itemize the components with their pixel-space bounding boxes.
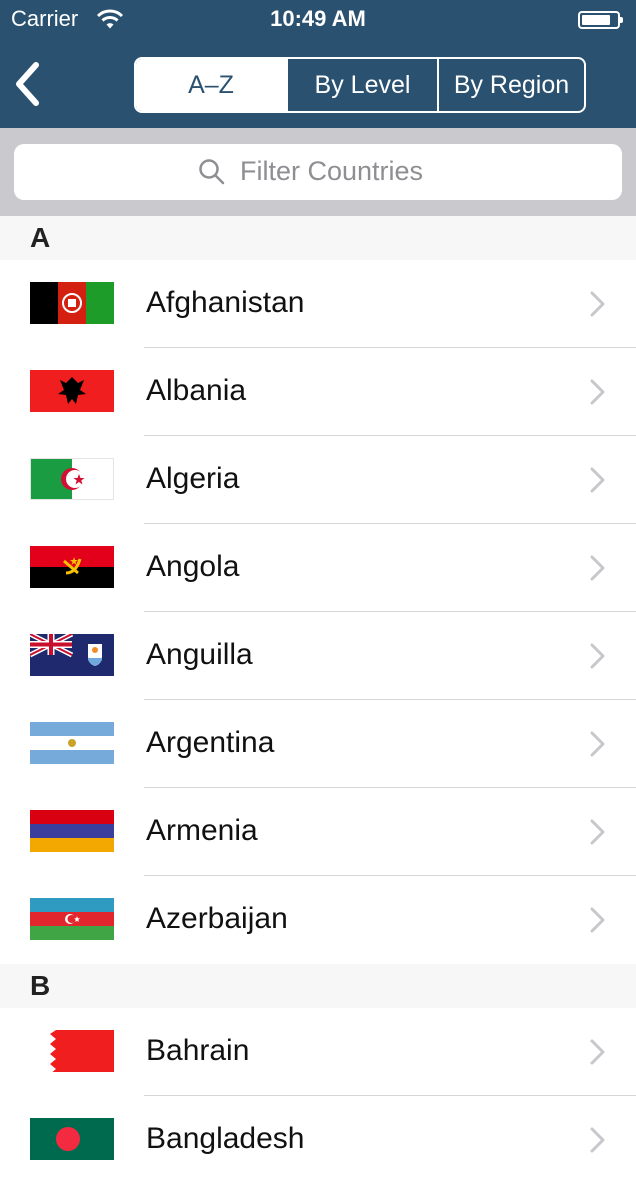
back-button[interactable] xyxy=(10,60,46,108)
magnifier-icon xyxy=(198,158,226,191)
azerbaijan-flag-icon xyxy=(30,898,114,940)
sort-segmented-control[interactable]: A–Z By Level By Region xyxy=(134,57,586,113)
country-name: Azerbaijan xyxy=(146,902,288,935)
bangladesh-flag-icon xyxy=(30,1118,114,1160)
country-row-argentina[interactable]: Argentina xyxy=(0,700,636,788)
search-bar-container: Filter Countries xyxy=(0,128,636,216)
chevron-right-icon xyxy=(588,1038,608,1071)
country-name: Algeria xyxy=(146,462,240,495)
country-name: Angola xyxy=(146,550,240,583)
country-row-armenia[interactable]: Armenia xyxy=(0,788,636,876)
clock: 10:49 AM xyxy=(270,6,366,31)
section-letter: B xyxy=(30,970,51,1001)
segment-a-z[interactable]: A–Z xyxy=(136,59,286,111)
albania-flag-icon xyxy=(30,370,114,412)
country-row-afghanistan[interactable]: Afghanistan xyxy=(0,260,636,348)
country-name: Anguilla xyxy=(146,638,253,671)
filter-countries-input[interactable]: Filter Countries xyxy=(14,144,622,200)
segment-by-region[interactable]: By Region xyxy=(437,59,584,111)
country-row-algeria[interactable]: Algeria xyxy=(0,436,636,524)
country-row-azerbaijan[interactable]: Azerbaijan xyxy=(0,876,636,964)
angola-flag-icon xyxy=(30,546,114,588)
search-placeholder: Filter Countries xyxy=(240,156,424,186)
afghanistan-flag-icon xyxy=(30,282,114,324)
anguilla-flag-icon xyxy=(30,634,114,676)
armenia-flag-icon xyxy=(30,810,114,852)
section-letter: A xyxy=(30,222,51,253)
navigation-bar: Carrier 10:49 AM A–Z By Level By Region xyxy=(0,0,636,128)
country-name: Argentina xyxy=(146,726,275,759)
chevron-left-icon xyxy=(16,62,39,106)
algeria-flag-icon xyxy=(30,458,114,500)
country-name: Albania xyxy=(146,374,247,407)
segment-by-level[interactable]: By Level xyxy=(286,59,437,111)
section-header-a: A xyxy=(0,216,636,260)
battery-icon xyxy=(578,11,623,29)
country-row-albania[interactable]: Albania xyxy=(0,348,636,436)
country-row-bangladesh[interactable]: Bangladesh xyxy=(0,1096,636,1184)
chevron-right-icon xyxy=(588,1126,608,1159)
chevron-right-icon xyxy=(588,290,608,323)
country-row-angola[interactable]: Angola xyxy=(0,524,636,612)
chevron-right-icon xyxy=(588,554,608,587)
chevron-right-icon xyxy=(588,378,608,411)
section-header-b: B xyxy=(0,964,636,1008)
country-row-anguilla[interactable]: Anguilla xyxy=(0,612,636,700)
country-name: Bangladesh xyxy=(146,1122,305,1155)
argentina-flag-icon xyxy=(30,722,114,764)
country-name: Armenia xyxy=(146,814,258,847)
country-name: Bahrain xyxy=(146,1034,250,1067)
chevron-right-icon xyxy=(588,466,608,499)
chevron-right-icon xyxy=(588,818,608,851)
chevron-right-icon xyxy=(588,730,608,763)
country-row-bahrain[interactable]: Bahrain xyxy=(0,1008,636,1096)
chevron-right-icon xyxy=(588,642,608,675)
country-name: Afghanistan xyxy=(146,286,305,319)
chevron-right-icon xyxy=(588,906,608,939)
bahrain-flag-icon xyxy=(30,1030,114,1072)
status-bar: Carrier 10:49 AM xyxy=(0,0,636,40)
